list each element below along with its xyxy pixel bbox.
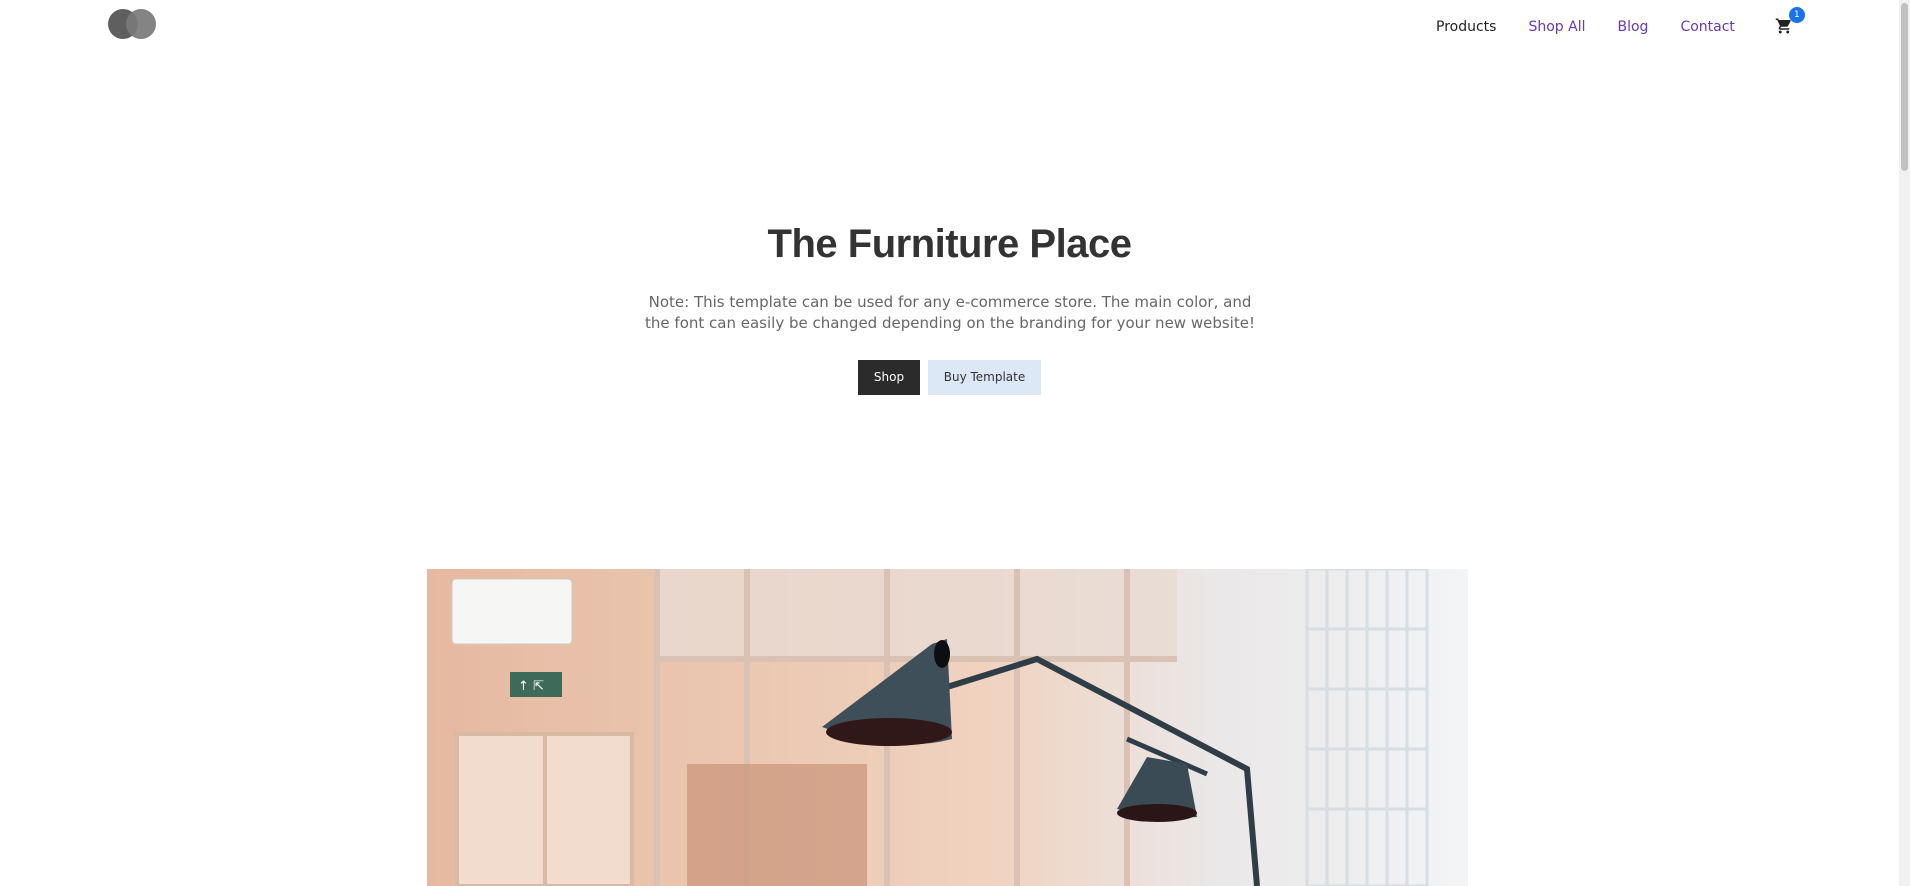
hero-image: ↑ ⇱ (427, 569, 1468, 886)
cart-count-badge: 1 (1788, 7, 1805, 23)
nav-link-products[interactable]: Products (1436, 19, 1496, 35)
svg-text:↑ ⇱: ↑ ⇱ (518, 679, 544, 694)
page-scrollbar[interactable] (1899, 0, 1910, 886)
hero-note: Note: This template can be used for any … (645, 293, 1255, 332)
hero-buttons: Shop Buy Template (0, 360, 1899, 395)
cart-button[interactable]: 1 (1775, 7, 1805, 37)
nav-link-blog[interactable]: Blog (1617, 19, 1648, 35)
buy-template-button[interactable]: Buy Template (928, 360, 1041, 395)
logo-circle-right (126, 9, 156, 39)
main-nav: Products Shop All Blog Contact 1 (1436, 7, 1805, 37)
site-logo[interactable] (108, 9, 158, 39)
page-title: The Furniture Place (767, 222, 1132, 266)
furniture-lamp-photo: ↑ ⇱ (427, 569, 1468, 886)
scrollbar-thumb[interactable] (1901, 3, 1908, 171)
nav-link-shop-all[interactable]: Shop All (1528, 19, 1585, 35)
shop-button[interactable]: Shop (858, 360, 920, 395)
site-header: Products Shop All Blog Contact 1 (0, 0, 1899, 50)
nav-link-contact[interactable]: Contact (1680, 19, 1734, 35)
